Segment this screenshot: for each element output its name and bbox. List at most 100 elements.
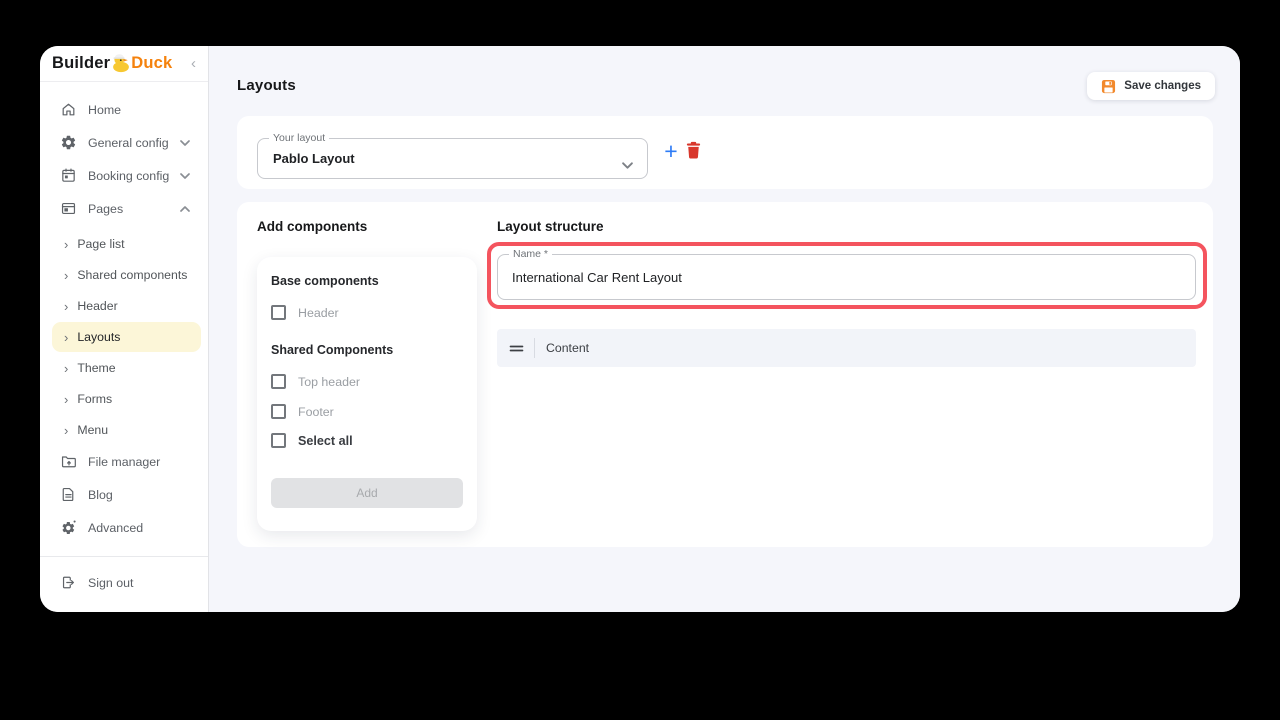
checkbox-row-top-header[interactable]: Top header (271, 374, 463, 389)
checkbox-row-footer[interactable]: Footer (271, 404, 463, 419)
sidebar-item-shared-components[interactable]: › Shared components (40, 260, 208, 290)
sidebar-item-label: Page list (77, 237, 125, 251)
sidebar-nav: Home General config Booking config Pages… (40, 82, 208, 556)
plus-icon: + (664, 137, 678, 164)
advanced-gear-icon (60, 519, 77, 536)
sign-out-icon (60, 574, 77, 591)
sidebar-collapse-icon[interactable]: ‹ (189, 56, 198, 71)
checkbox-label: Top header (298, 374, 361, 389)
chevron-right-icon: › (64, 422, 69, 438)
app-logo: Builder Duck (52, 49, 172, 78)
chevron-right-icon: › (64, 267, 69, 283)
checkbox-row-header[interactable]: Header (271, 305, 463, 320)
sidebar-item-header[interactable]: › Header (40, 291, 208, 321)
chevron-right-icon: › (64, 329, 69, 345)
delete-layout-button[interactable] (686, 141, 703, 163)
sidebar-item-label: General config (88, 135, 169, 150)
sidebar-item-pages[interactable]: Pages (40, 193, 208, 224)
sidebar-item-label: File manager (88, 454, 161, 469)
sidebar-item-blog[interactable]: Blog (40, 479, 208, 510)
sidebar-item-label: Blog (88, 487, 113, 502)
your-layout-select[interactable]: Your layout Pablo Layout (257, 132, 648, 179)
structure-row-content[interactable]: Content (497, 329, 1196, 367)
add-components-title: Add components (257, 219, 368, 234)
duck-mascot-icon (110, 50, 132, 79)
main-content: Layouts Save changes Your layout Pablo L… (209, 46, 1240, 612)
calendar-icon (60, 167, 77, 184)
sidebar-footer: Sign out (40, 556, 208, 612)
sidebar-item-general-config[interactable]: General config (40, 127, 208, 158)
file-manager-icon (60, 453, 77, 470)
checkbox-label: Footer (298, 404, 334, 419)
save-changes-button[interactable]: Save changes (1087, 72, 1215, 100)
chevron-right-icon: › (64, 298, 69, 314)
sidebar-item-home[interactable]: Home (40, 94, 208, 125)
add-components-button[interactable]: Add (271, 478, 463, 508)
sidebar-item-label: Pages (88, 201, 124, 216)
sign-out-button[interactable]: Sign out (40, 567, 208, 598)
blog-icon (60, 486, 77, 503)
sidebar-item-label: Forms (77, 392, 113, 406)
layout-editor-card: Add components Base components Header Sh… (237, 202, 1213, 547)
sidebar: Builder Duck ‹ Home General config Booki… (40, 46, 209, 612)
save-floppy-icon (1101, 79, 1116, 94)
sidebar-item-file-manager[interactable]: File manager (40, 446, 208, 477)
shared-components-group-title: Shared Components (271, 343, 394, 357)
checkbox-label: Header (298, 305, 339, 320)
app-window: Builder Duck ‹ Home General config Booki… (40, 46, 1240, 612)
sidebar-item-label: Theme (77, 361, 116, 375)
name-field-highlight: Name * (487, 242, 1207, 309)
pages-icon (60, 200, 77, 217)
header-checkbox[interactable] (271, 305, 286, 320)
sidebar-item-label: Menu (77, 423, 109, 437)
sidebar-item-label: Shared components (77, 268, 188, 282)
chevron-right-icon: › (64, 236, 69, 252)
name-field-label: Name * (509, 248, 553, 260)
sidebar-item-label: Advanced (88, 520, 144, 535)
layout-name-input[interactable] (498, 255, 1195, 299)
components-panel: Base components Header Shared Components… (257, 257, 477, 531)
drag-handle-icon[interactable] (509, 344, 524, 353)
logo-bar: Builder Duck ‹ (40, 46, 208, 82)
sidebar-item-label: Home (88, 102, 122, 117)
select-all-checkbox[interactable] (271, 433, 286, 448)
sidebar-item-menu[interactable]: › Menu (40, 415, 208, 445)
top-header-checkbox[interactable] (271, 374, 286, 389)
footer-checkbox[interactable] (271, 404, 286, 419)
sidebar-item-label: Booking config (88, 168, 170, 183)
row-divider (534, 338, 535, 358)
add-layout-button[interactable]: + (661, 131, 681, 171)
chevron-down-icon (180, 139, 190, 146)
logo-text-duck: Duck (131, 54, 173, 72)
your-layout-label: Your layout (269, 132, 330, 144)
checkbox-label: Select all (298, 433, 353, 448)
sidebar-item-label: Layouts (77, 330, 121, 344)
sign-out-label: Sign out (88, 575, 134, 590)
chevron-down-icon (180, 172, 190, 179)
base-components-group-title: Base components (271, 274, 379, 288)
chevron-right-icon: › (64, 391, 69, 407)
gear-icon (60, 134, 77, 151)
pages-sub-menu: › Page list › Shared components › Header… (40, 229, 208, 446)
sidebar-item-page-list[interactable]: › Page list (40, 229, 208, 259)
home-icon (60, 101, 77, 118)
page-title: Layouts (237, 77, 296, 94)
layout-selector-card: Your layout Pablo Layout + (237, 116, 1213, 189)
sidebar-item-layouts[interactable]: › Layouts (52, 322, 201, 352)
sidebar-item-theme[interactable]: › Theme (40, 353, 208, 383)
chevron-down-icon (622, 156, 633, 174)
structure-row-label: Content (546, 341, 590, 355)
your-layout-value: Pablo Layout (273, 151, 355, 166)
sidebar-item-booking-config[interactable]: Booking config (40, 160, 208, 191)
sidebar-item-forms[interactable]: › Forms (40, 384, 208, 414)
chevron-right-icon: › (64, 360, 69, 376)
sidebar-item-label: Header (77, 299, 118, 313)
save-changes-label: Save changes (1124, 80, 1201, 92)
logo-text-builder: Builder (52, 54, 111, 72)
sidebar-item-advanced[interactable]: Advanced (40, 512, 208, 543)
checkbox-row-select-all[interactable]: Select all (271, 433, 463, 448)
name-field: Name * (497, 248, 1196, 300)
layout-structure-title: Layout structure (497, 219, 604, 234)
trash-icon (686, 141, 701, 159)
chevron-up-icon (180, 205, 190, 212)
